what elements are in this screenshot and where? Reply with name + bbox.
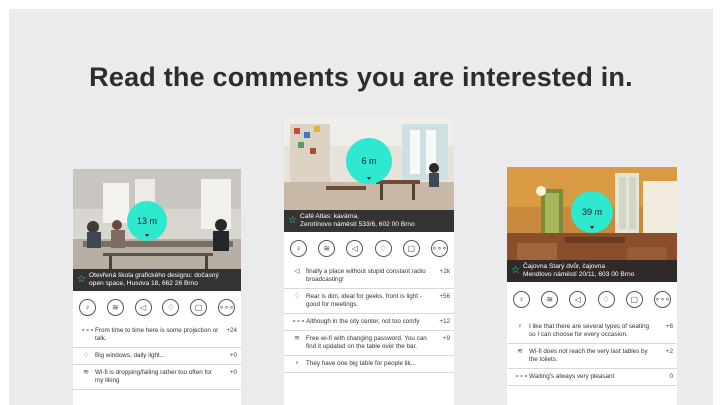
comment-text: They have one big table for people lik..… [306,360,416,367]
comment-text: Rear is dim, ideal for geeks, front is l… [306,293,422,308]
cup-icon[interactable]: ▢ [402,240,420,257]
comment-row[interactable]: ♀ I like that there are several types of… [507,319,677,344]
place-address: open space, Husova 18, 662 26 Brno [89,280,198,287]
comment-text: From time to time here is some projec­ti… [95,327,219,342]
comment-row[interactable]: ♢ Big windows, daily light... +0 [73,348,241,365]
category-icons: ♀ ≋ ◁ ♢ ▢ ∘∘∘ [284,240,454,257]
category-icons: ♀ ≋ ◁ ♢ ▢ ∘∘∘ [507,291,677,308]
comment-score: +9 [442,335,450,342]
comment-text: Waiting's always very pleasant [529,373,615,380]
wifi-icon: ≋ [83,369,89,376]
place-photo: 39 m ☆ Čajovna Starý dvůr, čajovna Mendl… [507,167,677,282]
comment-text: Free wi-fi with changing password. You c… [306,335,427,350]
cup-icon[interactable]: ▢ [625,291,643,308]
wifi-icon[interactable]: ≋ [106,299,124,316]
comment-list: ◁ finally a place without stupid constan… [284,264,454,373]
distance-label: 6 m [361,156,377,166]
comment-score: +2 [665,348,673,355]
light-icon[interactable]: ♢ [162,299,180,316]
place-name: Café Atlas: kavárna, [300,213,360,220]
comment-score: 0 [669,373,673,380]
comment-text: Wi-fi is dropping/failing rather too oft… [95,369,212,384]
distance-badge: 13 m [127,201,167,241]
wifi-icon[interactable]: ≋ [318,240,336,257]
comment-score: +2k [439,268,450,275]
comment-row[interactable]: ∘∘∘ Waiting's always very pleasant 0 [507,369,677,386]
light-icon: ♢ [82,352,90,359]
comment-score: +6 [665,323,673,330]
more-icon[interactable]: ∘∘∘ [217,299,235,316]
more-icon[interactable]: ∘∘∘ [430,240,448,257]
light-icon: ♢ [293,293,301,300]
comment-row[interactable]: ♀ They have one big table for people lik… [284,356,454,373]
place-photo: 13 m ☆ Otevřená škola grafického designu… [73,169,241,291]
comment-row[interactable]: ♢ Rear is dim, ideal for geeks, front is… [284,289,454,314]
comment-score: +0 [229,369,237,376]
comment-text: Big windows, daily light... [95,352,165,359]
star-icon[interactable]: ☆ [288,216,297,226]
comment-row[interactable]: ≋ Free wi-fi with changing password. You… [284,331,454,356]
comment-score: +24 [226,327,237,334]
comment-row[interactable]: ◁ finally a place without stupid constan… [284,264,454,289]
place-address: Mendlovo náměstí 20/11, 603 00 Brno [523,271,635,278]
star-icon[interactable]: ☆ [77,275,86,285]
comment-text: Although in the city center, not too com… [306,318,420,325]
headline: Read the comments you are interested in. [89,62,633,92]
drink-icon[interactable]: ♀ [290,240,307,257]
drink-icon: ♀ [517,323,523,330]
place-name: Čajovna Starý dvůr, čajovna [523,263,606,270]
cup-icon[interactable]: ▢ [190,299,208,316]
comment-text: finally a place without stupid constant … [306,268,426,283]
comment-row[interactable]: ≋ Wi-fi is dropping/failing rather too o… [73,365,241,390]
comment-list: ∘∘∘ From time to time here is some proje… [73,323,241,390]
comment-score: +56 [439,293,450,300]
comment-score: +0 [229,352,237,359]
sound-icon: ◁ [294,268,300,275]
comment-text: Wi-fi does not reach the very last table… [529,348,648,363]
slide: Read the comments you are interested in. [9,9,713,405]
drink-icon[interactable]: ♀ [79,299,96,316]
wifi-icon: ≋ [294,335,300,342]
place-caption: ☆ Čajovna Starý dvůr, čajovna Mendlovo n… [507,260,677,282]
more-icon: ∘∘∘ [292,318,306,325]
wifi-icon[interactable]: ≋ [541,291,559,308]
comment-text: I like that there are several types of s… [529,323,650,338]
place-caption: ☆ Otevřená škola grafického designu: doč… [73,269,241,291]
drink-icon[interactable]: ♀ [513,291,530,308]
sound-icon[interactable]: ◁ [134,299,152,316]
sound-icon[interactable]: ◁ [346,240,364,257]
comment-row[interactable]: ∘∘∘ Although in the city center, not too… [284,314,454,331]
distance-label: 13 m [136,216,157,226]
more-icon: ∘∘∘ [515,373,529,380]
wifi-icon: ≋ [517,348,523,355]
place-card[interactable]: 39 m ☆ Čajovna Starý dvůr, čajovna Mendl… [507,167,677,405]
comment-row[interactable]: ∘∘∘ From time to time here is some proje… [73,323,241,348]
place-photo: 6 m ☆ Café Atlas: kavárna, Zerotínovo ná… [284,118,454,232]
distance-badge: 6 m [346,138,392,184]
sound-icon[interactable]: ◁ [569,291,587,308]
star-icon[interactable]: ☆ [511,266,520,276]
category-icons: ♀ ≋ ◁ ♢ ▢ ∘∘∘ [73,299,241,316]
distance-label: 39 m [581,207,602,217]
comment-list: ♀ I like that there are several types of… [507,319,677,386]
place-card[interactable]: 13 m ☆ Otevřená škola grafického designu… [73,169,241,405]
light-icon[interactable]: ♢ [374,240,392,257]
place-card[interactable]: 6 m ☆ Café Atlas: kavárna, Zerotínovo ná… [284,118,454,405]
more-icon[interactable]: ∘∘∘ [653,291,671,308]
comment-score: +12 [439,318,450,325]
more-icon: ∘∘∘ [81,327,95,334]
place-caption: ☆ Café Atlas: kavárna, Zerotínovo náměst… [284,210,454,232]
distance-badge: 39 m [571,191,613,233]
place-address: Zerotínovo náměstí 533/6, 602 00 Brno [300,221,415,228]
place-name: Otevřená škola grafického designu: dočas… [89,272,219,279]
light-icon[interactable]: ♢ [597,291,615,308]
drink-icon: ♀ [294,360,300,367]
comment-row[interactable]: ≋ Wi-fi does not reach the very last tab… [507,344,677,369]
